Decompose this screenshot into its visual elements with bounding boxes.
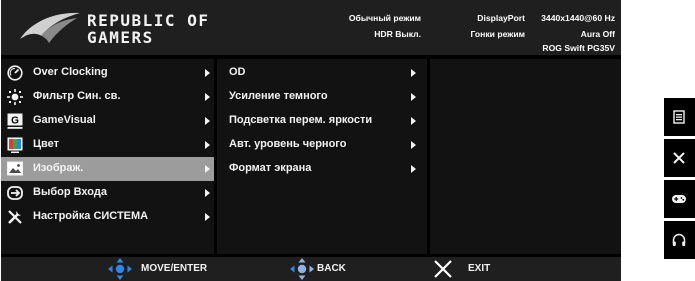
- svg-text:G: G: [11, 116, 19, 127]
- submenu-item-label: OD: [229, 66, 246, 78]
- submenu-item-label: Усиление темного: [229, 90, 328, 102]
- dpad-back-icon: [290, 258, 314, 280]
- menu-item-label: Цвет: [33, 138, 60, 150]
- submenu: OD Усиление темного Подсветка перем. ярк…: [217, 59, 427, 254]
- submenu-item-variable-backlight[interactable]: Подсветка перем. яркости: [217, 109, 427, 133]
- status-input: DisplayPort: [477, 13, 525, 23]
- main-menu: Over Clocking Фильтр Син. св. G GameVisu…: [1, 59, 214, 254]
- menu-item-label: Over Clocking: [33, 66, 108, 78]
- menu-item-over-clocking[interactable]: Over Clocking: [1, 61, 214, 85]
- image-icon: [7, 161, 23, 176]
- menu-item-label: Фильтр Син. св.: [33, 90, 121, 102]
- footer-back-label: BACK: [317, 263, 346, 274]
- chevron-right-icon: [205, 165, 210, 173]
- chevron-right-icon: [205, 213, 210, 221]
- osd-footer: MOVE/ENTER BACK EXIT: [1, 257, 621, 281]
- rog-logo: REPUBLIC OF GAMERS: [1, 0, 226, 55]
- menu-item-gamevisual[interactable]: G GameVisual: [1, 109, 214, 133]
- menu-item-image[interactable]: Изображ.: [1, 157, 214, 181]
- submenu-item-label: Подсветка перем. яркости: [229, 114, 373, 126]
- menu-item-input-select[interactable]: Выбор Входа: [1, 181, 214, 205]
- hotkey-close-button[interactable]: [664, 139, 695, 177]
- menu-item-label: Изображ.: [33, 162, 84, 174]
- gamevisual-icon: G: [7, 113, 23, 129]
- submenu-item-label: Формат экрана: [229, 162, 312, 174]
- brand-line-1: REPUBLIC OF: [87, 11, 210, 30]
- chevron-right-icon: [411, 117, 416, 125]
- chevron-right-icon: [205, 93, 210, 101]
- headphones-icon: [672, 233, 686, 246]
- brand-line-2: GAMERS: [87, 28, 154, 47]
- hotkey-gamepad-button[interactable]: [664, 180, 695, 218]
- osd-header: REPUBLIC OF GAMERS Обычный режим HDR Вык…: [1, 0, 621, 55]
- dpad-four-way-icon: [108, 258, 132, 280]
- blue-light-icon: [7, 89, 23, 105]
- system-setup-icon: [8, 210, 22, 224]
- menu-icon: [673, 110, 685, 124]
- status-hdr: HDR Выкл.: [374, 29, 421, 39]
- chevron-right-icon: [205, 69, 210, 77]
- rog-eye-icon: [20, 12, 80, 43]
- menu-item-label: Настройка СИСТЕМА: [33, 210, 149, 222]
- close-icon: [673, 152, 685, 164]
- chevron-right-icon: [411, 165, 416, 173]
- gamepad-icon: [672, 195, 686, 203]
- chevron-right-icon: [411, 93, 416, 101]
- value-panel: [430, 59, 621, 254]
- menu-item-label: Выбор Входа: [33, 186, 107, 198]
- input-select-icon: [7, 186, 23, 200]
- hotkey-menu-button[interactable]: [664, 98, 695, 136]
- submenu-item-label: Авт. уровень черного: [229, 138, 347, 150]
- chevron-right-icon: [411, 141, 416, 149]
- exit-x-icon: [434, 260, 452, 278]
- submenu-item-od[interactable]: OD: [217, 61, 427, 85]
- speedometer-icon: [7, 65, 23, 81]
- submenu-item-shadow-boost[interactable]: Усиление темного: [217, 85, 427, 109]
- hotkey-headphones-button[interactable]: [664, 221, 695, 259]
- chevron-right-icon: [205, 117, 210, 125]
- footer-move-enter-label: MOVE/ENTER: [141, 263, 208, 274]
- chevron-right-icon: [205, 189, 210, 197]
- chevron-right-icon: [205, 141, 210, 149]
- chevron-right-icon: [411, 69, 416, 77]
- osd-menu: REPUBLIC OF GAMERS Обычный режим HDR Вык…: [1, 0, 621, 281]
- menu-item-blue-light-filter[interactable]: Фильтр Син. св.: [1, 85, 214, 109]
- submenu-item-aspect-control[interactable]: Формат экрана: [217, 157, 427, 181]
- status-resolution: 3440x1440@60 Hz: [541, 13, 615, 23]
- submenu-item-auto-black-level[interactable]: Авт. уровень черного: [217, 133, 427, 157]
- menu-item-label: GameVisual: [33, 114, 96, 126]
- color-icon: [7, 137, 23, 153]
- menu-item-color[interactable]: Цвет: [1, 133, 214, 157]
- footer-exit-label: EXIT: [468, 263, 491, 274]
- menu-item-system-setup[interactable]: Настройка СИСТЕМА: [1, 205, 214, 229]
- status-model: ROG Swift PG35V: [542, 43, 615, 53]
- status-mode: Обычный режим: [348, 13, 421, 23]
